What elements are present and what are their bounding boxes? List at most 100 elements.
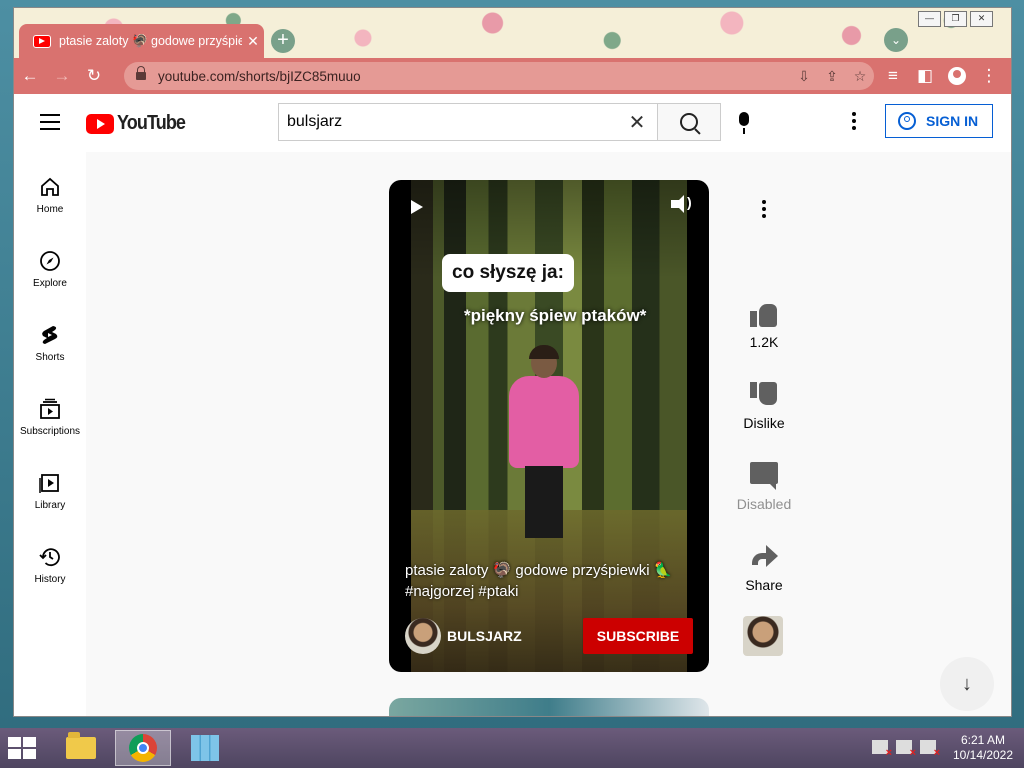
system-tray [872,740,940,759]
share-button[interactable]: Share [726,543,802,593]
folder-icon [66,732,96,759]
address-bar[interactable]: youtube.com/shorts/bjIZC85muuo ⇩ ⇪ ☆ [124,62,874,90]
youtube-page: YouTube ✕ SIGN IN Home [14,94,1011,716]
taskbar-server-manager[interactable] [177,730,233,766]
sidebar-item-label: Explore [33,278,67,289]
toolbar-right: ≡ ◧ ⋮ [877,60,1005,92]
home-icon [39,176,61,198]
install-app-icon[interactable]: ⇩ [790,68,818,85]
channel-name[interactable]: BULSJARZ [447,628,522,644]
tab-youtube-short[interactable]: ptasie zaloty 🦃 godowe przyśpie ✕ [19,24,264,58]
sidebar-item-shorts[interactable]: Shorts [14,310,86,380]
taskbar-chrome[interactable] [115,730,171,766]
shorts-icon [39,324,61,346]
tab-search-chevron-icon[interactable]: ⌄ [884,28,908,52]
profile-icon[interactable] [941,60,973,92]
library-icon [39,472,61,494]
hamburger-menu-icon[interactable] [40,114,60,130]
compass-icon [39,250,61,272]
new-tab-button[interactable]: + [271,29,295,53]
lock-icon[interactable] [136,66,146,80]
sidebar-item-label: Subscriptions [19,426,81,437]
comment-icon [750,462,778,490]
reload-button[interactable]: ↻ [78,60,110,92]
share-label: Share [745,577,783,593]
shorts-content: co słyszę ja: *piękny śpiew ptaków* ptas… [86,152,1011,716]
sidebar-item-label: History [34,574,66,585]
start-button-windows-icon[interactable] [8,737,38,759]
next-video-arrow-icon[interactable]: ↓ [940,657,994,711]
forward-button[interactable]: → [46,60,78,92]
overlay-caption: co słyszę ja: [442,254,574,292]
overlay-subcaption: *piękny śpiew ptaków* [464,306,647,325]
channel-info[interactable]: BULSJARZ [405,618,522,654]
history-icon [39,546,61,568]
dislike-label: Dislike [743,415,785,431]
short-title[interactable]: ptasie zaloty 🦃 godowe przyśpiewki 🦜 #na… [405,560,695,602]
play-icon[interactable] [411,200,423,214]
microphone-icon[interactable] [739,112,749,134]
youtube-favicon-icon [33,34,51,48]
youtube-play-icon [86,113,114,134]
sidebar-item-library[interactable]: Library [14,458,86,528]
comments-label: Disabled [736,496,792,512]
back-button[interactable]: ← [14,60,46,92]
thumbs-up-icon [750,300,778,328]
search-button[interactable] [658,103,721,141]
search-input[interactable] [279,112,617,132]
url-text[interactable]: youtube.com/shorts/bjIZC85muuo [158,69,790,84]
like-button[interactable]: 1.2K [726,300,802,350]
dislike-button[interactable]: Dislike [726,381,802,431]
volume-icon[interactable] [671,194,692,213]
taskbar-file-explorer[interactable] [53,730,109,766]
side-panel-icon[interactable]: ◧ [909,60,941,92]
next-short-preview[interactable] [389,698,709,716]
channel-avatar[interactable] [405,618,441,654]
like-count: 1.2K [749,334,779,350]
account-icon [898,112,916,130]
sign-in-button[interactable]: SIGN IN [885,104,993,138]
tab-title: ptasie zaloty 🦃 godowe przyśpie [59,33,242,48]
bookmark-star-icon[interactable]: ☆ [846,68,874,85]
close-window-button[interactable]: ✕ [970,11,993,27]
share-page-icon[interactable]: ⇪ [818,68,846,85]
browser-menu-icon[interactable]: ⋮ [973,60,1005,92]
sound-source-avatar[interactable] [743,616,783,656]
sidebar-item-subscriptions[interactable]: Subscriptions [14,384,86,454]
volume-muted-icon[interactable] [872,740,892,759]
short-video-player[interactable]: co słyszę ja: *piękny śpiew ptaków* ptas… [389,180,709,672]
youtube-logo-text: YouTube [117,112,186,134]
youtube-logo[interactable]: YouTube [86,112,193,135]
share-icon [750,543,778,571]
reading-list-icon[interactable]: ≡ [877,60,909,92]
clear-search-icon[interactable]: ✕ [617,110,657,135]
action-center-icon[interactable] [920,740,940,759]
browser-titlebar: ptasie zaloty 🦃 godowe przyśpie ✕ + ⌄ — … [14,8,1011,58]
youtube-header: YouTube ✕ SIGN IN [14,94,1011,152]
server-manager-icon [191,735,219,761]
browser-window: ptasie zaloty 🦃 godowe przyśpie ✕ + ⌄ — … [13,7,1012,717]
search-box[interactable]: ✕ [278,103,658,141]
taskbar: 6:21 AM 10/14/2022 [0,728,1024,768]
tab-close-icon[interactable]: ✕ [242,33,264,50]
subscriptions-icon [39,398,61,420]
restore-button[interactable]: ❐ [944,11,967,27]
search-icon [680,113,698,131]
comments-button[interactable]: Disabled [726,462,802,512]
sidebar-item-home[interactable]: Home [14,162,86,232]
sidebar-item-label: Shorts [35,352,65,363]
sidebar-item-explore[interactable]: Explore [14,236,86,306]
settings-more-icon[interactable] [852,112,856,133]
minimize-button[interactable]: — [918,11,941,27]
person-in-pink-hoodie [509,345,579,538]
sidebar-item-history[interactable]: History [14,532,86,602]
taskbar-clock[interactable]: 6:21 AM 10/14/2022 [950,733,1016,763]
more-options-icon[interactable] [762,200,766,221]
browser-toolbar: ← → ↻ youtube.com/shorts/bjIZC85muuo ⇩ ⇪… [14,58,1011,94]
chrome-icon [129,734,157,762]
network-disconnected-icon[interactable] [896,740,916,759]
sidebar-item-label: Library [34,500,66,511]
subscribe-button[interactable]: SUBSCRIBE [583,618,693,654]
clock-time: 6:21 AM [960,733,1006,747]
sidebar-item-label: Home [36,204,64,215]
